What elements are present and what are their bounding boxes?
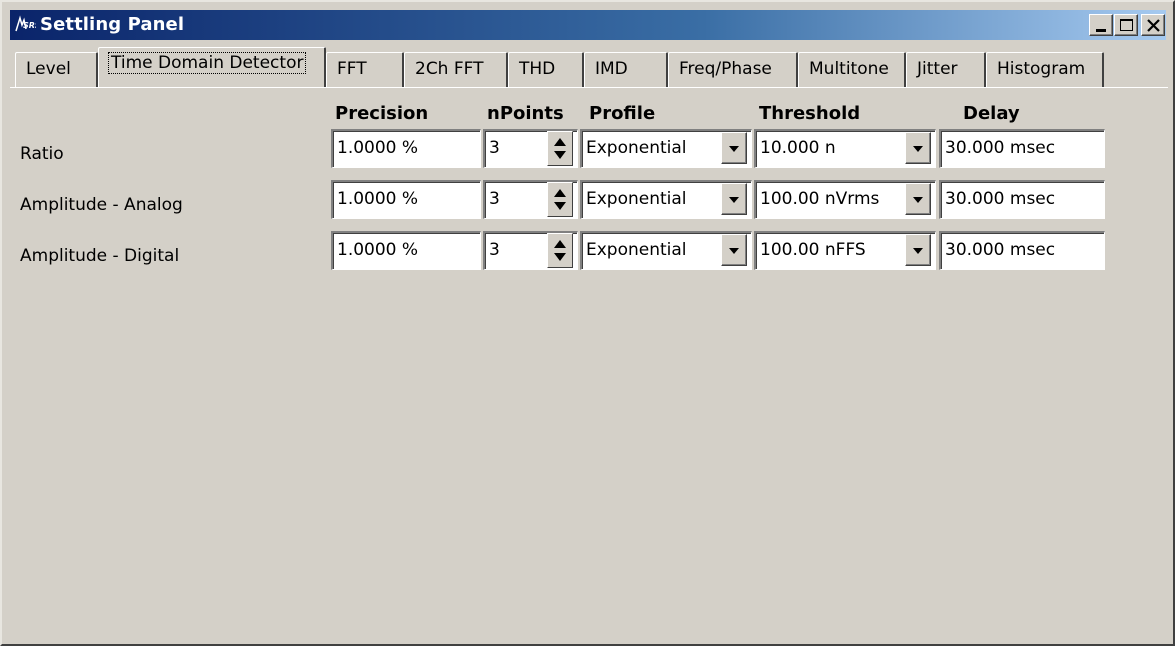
column-header-delay: Delay: [963, 103, 1020, 124]
threshold-value: 10.000 n: [760, 138, 836, 158]
profile-dropdown-button-amplitude-analog[interactable]: [721, 183, 747, 215]
tab-imd[interactable]: IMD: [584, 52, 668, 88]
tab-thd[interactable]: THD: [508, 52, 584, 88]
row-label-amplitude-digital: Amplitude - Digital: [20, 246, 180, 266]
delay-field-ratio[interactable]: 30.000 msec: [939, 129, 1105, 168]
chevron-down-icon: [913, 197, 923, 203]
threshold-dropdown-button-amplitude-digital[interactable]: [905, 234, 931, 266]
chevron-down-icon: [729, 197, 739, 203]
row-label-amplitude-analog: Amplitude - Analog: [20, 195, 183, 215]
tab-histogram[interactable]: Histogram: [986, 52, 1104, 88]
chevron-down-icon: [913, 248, 923, 254]
chevron-down-icon: [729, 146, 739, 152]
precision-field-amplitude-digital[interactable]: 1.0000 %: [331, 231, 481, 270]
npoints-value: 3: [489, 138, 500, 158]
threshold-value: 100.00 nFFS: [760, 240, 866, 260]
tab-fft[interactable]: FFT: [326, 52, 404, 88]
close-button[interactable]: [1141, 14, 1165, 36]
title-bar[interactable]: SRS Settling Panel: [10, 10, 1166, 40]
delay-field-amplitude-analog[interactable]: 30.000 msec: [939, 180, 1105, 219]
precision-field-amplitude-analog[interactable]: 1.0000 %: [331, 180, 481, 219]
threshold-value: 100.00 nVrms: [760, 189, 880, 209]
profile-value: Exponential: [586, 189, 687, 209]
row-label-ratio: Ratio: [20, 144, 64, 164]
srs-logo-icon: SRS: [15, 15, 36, 32]
threshold-dropdown-button-ratio[interactable]: [905, 132, 931, 164]
tab-2ch-fft[interactable]: 2Ch FFT: [404, 52, 508, 88]
tab-multitone[interactable]: Multitone: [798, 52, 906, 88]
column-header-threshold: Threshold: [759, 103, 861, 124]
tab-jitter[interactable]: Jitter: [906, 52, 986, 88]
spin-arrows-icon: [554, 240, 566, 261]
chevron-down-icon: [913, 146, 923, 152]
tab-time-domain-detector[interactable]: Time Domain Detector: [98, 47, 326, 87]
column-header-precision: Precision: [335, 103, 429, 124]
chevron-down-icon: [729, 248, 739, 254]
profile-dropdown-button-ratio[interactable]: [721, 132, 747, 164]
npoints-value: 3: [489, 189, 500, 209]
column-header-npoints: nPoints: [487, 103, 564, 124]
spin-arrows-icon: [554, 138, 566, 159]
tab-level[interactable]: Level: [15, 52, 98, 88]
profile-value: Exponential: [586, 138, 687, 158]
close-icon: [1147, 19, 1160, 32]
minimize-button[interactable]: [1089, 14, 1113, 36]
minimize-icon: [1096, 29, 1106, 32]
maximize-icon: [1120, 19, 1133, 31]
threshold-dropdown-button-amplitude-analog[interactable]: [905, 183, 931, 215]
svg-text:SRS: SRS: [23, 21, 36, 30]
npoints-stepper-amplitude-digital[interactable]: [547, 233, 573, 268]
maximize-button[interactable]: [1114, 14, 1138, 36]
settling-panel-window: SRS Settling Panel Level Time Domain Det…: [0, 0, 1175, 646]
tab-freq-phase[interactable]: Freq/Phase: [668, 52, 798, 88]
precision-field-ratio[interactable]: 1.0000 %: [331, 129, 481, 168]
profile-dropdown-button-amplitude-digital[interactable]: [721, 234, 747, 266]
tab-panel-border: [10, 87, 1168, 88]
profile-value: Exponential: [586, 240, 687, 260]
spin-arrows-icon: [554, 189, 566, 210]
column-header-profile: Profile: [589, 103, 656, 124]
npoints-stepper-amplitude-analog[interactable]: [547, 182, 573, 217]
npoints-value: 3: [489, 240, 500, 260]
window-title: Settling Panel: [40, 14, 185, 35]
delay-field-amplitude-digital[interactable]: 30.000 msec: [939, 231, 1105, 270]
npoints-stepper-ratio[interactable]: [547, 131, 573, 166]
